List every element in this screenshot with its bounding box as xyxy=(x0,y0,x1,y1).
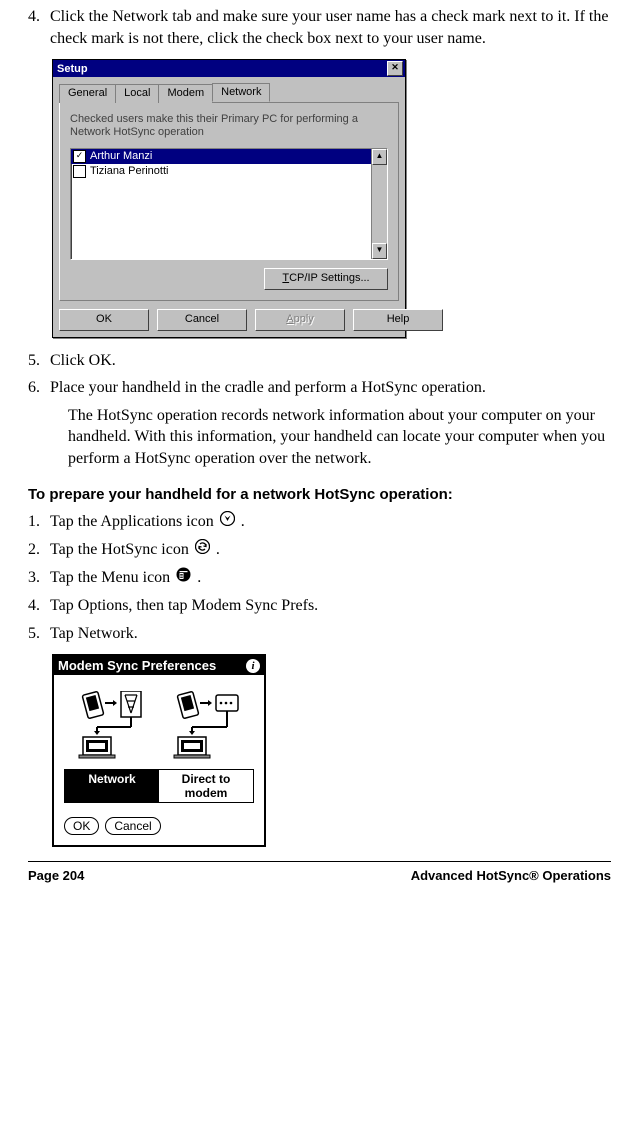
applications-icon xyxy=(220,511,235,533)
menu-icon xyxy=(176,567,191,589)
dialog-titlebar: Setup ✕ xyxy=(53,60,405,77)
palm-ok-button[interactable]: OK xyxy=(64,817,99,835)
dialog-tabs: General Local Modem Network xyxy=(59,83,399,103)
step-6-detail: The HotSync operation records network in… xyxy=(68,405,611,470)
tab-modem[interactable]: Modem xyxy=(158,84,213,103)
step-c1: 1. Tap the Applications icon . xyxy=(28,511,611,533)
close-icon[interactable]: ✕ xyxy=(387,61,403,76)
toggle-network[interactable]: Network xyxy=(65,770,159,802)
step-c4: 4. Tap Options, then tap Modem Sync Pref… xyxy=(28,595,611,617)
scrollbar[interactable]: ▲ ▼ xyxy=(371,149,387,259)
step-text: Place your handheld in the cradle and pe… xyxy=(50,377,611,399)
step-text: Click OK. xyxy=(50,350,611,372)
user-listbox[interactable]: ✓ Arthur Manzi Tiziana Perinotti ▲ ▼ xyxy=(70,148,388,260)
step-c5: 5. Tap Network. xyxy=(28,623,611,645)
network-sync-icon xyxy=(77,691,147,759)
list-item[interactable]: Tiziana Perinotti xyxy=(71,164,387,179)
tab-network[interactable]: Network xyxy=(212,83,270,102)
palm-titlebar: Modem Sync Preferences i xyxy=(54,656,264,675)
step-text: Tap the Menu icon . xyxy=(50,567,611,589)
step-number: 1. xyxy=(28,511,50,533)
step-number: 5. xyxy=(28,350,50,372)
checkbox-icon[interactable]: ✓ xyxy=(73,150,86,163)
step-text: Click the Network tab and make sure your… xyxy=(50,6,611,49)
step-number: 5. xyxy=(28,623,50,645)
section-subhead: To prepare your handheld for a network H… xyxy=(28,486,611,503)
step-number: 4. xyxy=(28,595,50,617)
step-number: 6. xyxy=(28,377,50,399)
user-name: Tiziana Perinotti xyxy=(90,165,168,177)
step-number: 4. xyxy=(28,6,50,49)
tab-local[interactable]: Local xyxy=(115,84,159,103)
step-c3: 3. Tap the Menu icon . xyxy=(28,567,611,589)
hotsync-icon xyxy=(195,539,210,561)
palm-cancel-button[interactable]: Cancel xyxy=(105,817,160,835)
step-c2: 2. Tap the HotSync icon . xyxy=(28,539,611,561)
page-footer: Page 204 Advanced HotSync® Operations xyxy=(28,861,611,883)
dialog-description: Checked users make this their Primary PC… xyxy=(70,113,388,139)
sync-mode-toggle[interactable]: Network Direct to modem xyxy=(64,769,254,803)
step-text: Tap Network. xyxy=(50,623,611,645)
cancel-button[interactable]: Cancel xyxy=(157,309,247,331)
step-number: 2. xyxy=(28,539,50,561)
toggle-direct-to-modem[interactable]: Direct to modem xyxy=(159,770,253,802)
info-icon[interactable]: i xyxy=(246,659,260,673)
tcpip-settings-button[interactable]: TCP/IP Settings... xyxy=(264,268,388,290)
tab-general[interactable]: General xyxy=(59,84,116,103)
step-5: 5. Click OK. xyxy=(28,350,611,372)
step-number: 3. xyxy=(28,567,50,589)
page-number: Page 204 xyxy=(28,868,84,883)
step-text: Tap the Applications icon . xyxy=(50,511,611,533)
direct-modem-icon xyxy=(172,691,242,759)
checkbox-icon[interactable] xyxy=(73,165,86,178)
ok-button[interactable]: OK xyxy=(59,309,149,331)
modem-sync-prefs-dialog: Modem Sync Preferences i xyxy=(52,654,266,847)
section-title: Advanced HotSync® Operations xyxy=(411,868,611,883)
scroll-down-icon[interactable]: ▼ xyxy=(372,243,387,259)
list-item[interactable]: ✓ Arthur Manzi xyxy=(71,149,387,164)
step-text: Tap the HotSync icon . xyxy=(50,539,611,561)
dialog-title: Setup xyxy=(57,63,88,75)
step-6: 6. Place your handheld in the cradle and… xyxy=(28,377,611,399)
help-button[interactable]: Help xyxy=(353,309,443,331)
apply-button[interactable]: Apply xyxy=(255,309,345,331)
step-text: Tap Options, then tap Modem Sync Prefs. xyxy=(50,595,611,617)
step-4: 4. Click the Network tab and make sure y… xyxy=(28,6,611,49)
palm-title-text: Modem Sync Preferences xyxy=(58,658,216,673)
user-name: Arthur Manzi xyxy=(90,150,152,162)
scroll-up-icon[interactable]: ▲ xyxy=(372,149,387,165)
setup-dialog: Setup ✕ General Local Modem Network Chec… xyxy=(52,59,406,337)
